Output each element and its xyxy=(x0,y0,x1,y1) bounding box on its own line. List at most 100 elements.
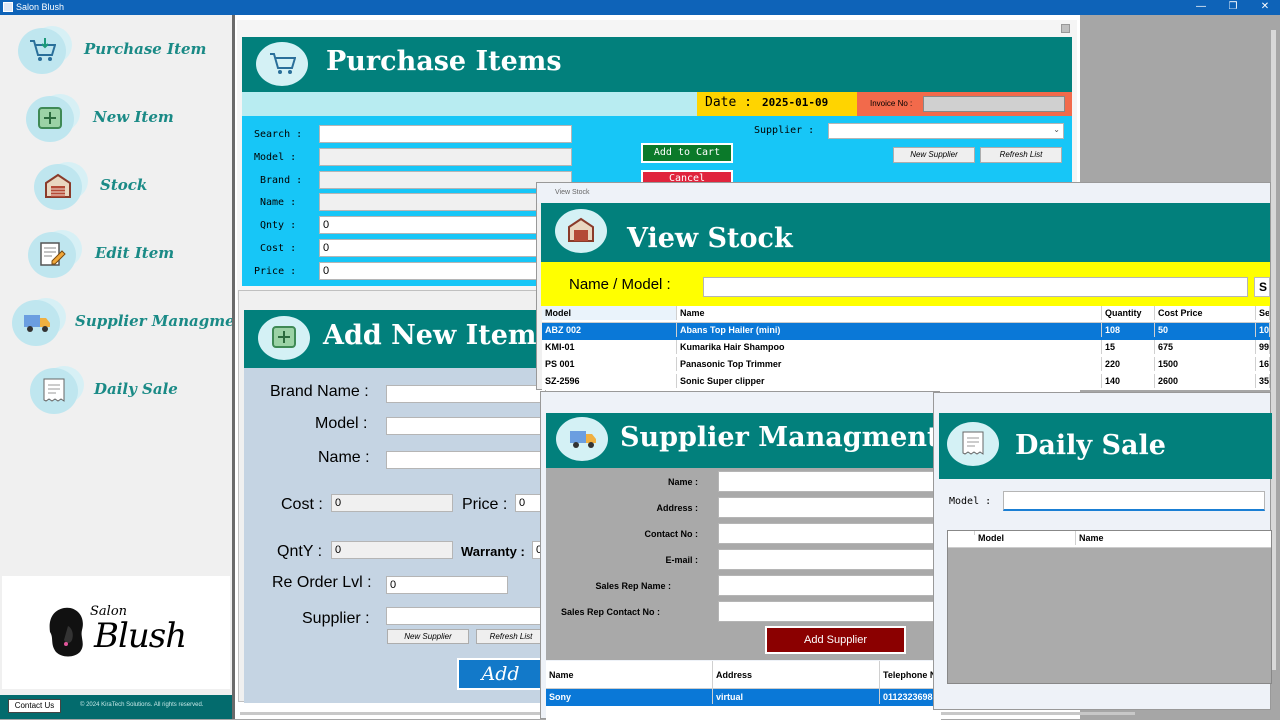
stock-search-input[interactable] xyxy=(703,277,1248,297)
search-label: Search : xyxy=(254,129,303,140)
column-header[interactable]: Model xyxy=(975,531,1076,545)
invoice-input[interactable] xyxy=(923,96,1065,112)
new-item-window: Add New Item Brand Name : Model : Name :… xyxy=(238,290,546,703)
supplier-table-header: Name Address Telephone N xyxy=(546,661,941,689)
warehouse-icon xyxy=(45,173,71,198)
add-supplier-button[interactable]: Add Supplier xyxy=(765,626,906,654)
table-cell: Sonic Super clipper xyxy=(677,374,1102,388)
model-label: Model : xyxy=(254,152,297,163)
refresh-list-button[interactable]: Refresh List xyxy=(980,147,1062,163)
add-button[interactable]: Add xyxy=(457,658,544,690)
stock-search-button[interactable]: S xyxy=(1254,277,1270,297)
reorder-stepper[interactable]: 0 xyxy=(386,576,508,594)
cost-input[interactable]: 0 xyxy=(331,494,453,512)
supplier-name-label: Name : xyxy=(667,477,698,487)
table-row[interactable]: SZ-2596 Sonic Super clipper 140 2600 350 xyxy=(542,374,1270,391)
price-input[interactable]: 0 xyxy=(319,262,572,280)
new-supplier-button[interactable]: New Supplier xyxy=(387,629,469,644)
brand-name-input[interactable] xyxy=(386,385,546,403)
qnty-label: Qnty : xyxy=(260,220,297,231)
sales-rep-name-input[interactable] xyxy=(718,575,941,596)
column-header[interactable]: Name xyxy=(1076,531,1273,545)
sidebar-item-supplier[interactable]: Supplier Managment xyxy=(10,298,252,348)
table-row[interactable]: KMI-01 Kumarika Hair Shampoo 15 675 990 xyxy=(542,340,1270,357)
sidebar-item-daily-sale[interactable]: Daily Sale xyxy=(10,366,230,416)
contact-us-button[interactable]: Contact Us xyxy=(8,699,61,713)
purchase-title: Purchase Items xyxy=(326,46,562,77)
column-header[interactable]: Model xyxy=(542,306,677,320)
qnty-input[interactable]: 0 xyxy=(319,216,572,234)
new-supplier-button[interactable]: New Supplier xyxy=(893,147,975,163)
app-title: Salon Blush xyxy=(16,2,65,12)
sidebar-item-stock[interactable]: Stock xyxy=(10,162,230,212)
supplier-email-label: E-mail : xyxy=(665,555,698,565)
daily-sale-model-input[interactable] xyxy=(1003,491,1265,511)
app-title-bar: Salon Blush — ❐ ✕ xyxy=(0,0,1280,15)
stock-window-title: View Stock xyxy=(555,189,590,196)
table-cell: Kumarika Hair Shampoo xyxy=(677,340,1102,354)
table-cell: Panasonic Top Trimmer xyxy=(677,357,1102,371)
sidebar-item-label: Purchase Item xyxy=(84,40,207,58)
column-header[interactable]: Se xyxy=(1256,306,1270,320)
add-box-icon xyxy=(258,316,310,360)
supplier-select[interactable]: ⌄ xyxy=(828,123,1064,139)
table-row[interactable]: Sony virtual 0112323698 xyxy=(546,689,941,706)
search-input[interactable] xyxy=(319,125,572,143)
sidebar-item-label: New Item xyxy=(93,108,174,126)
column-header[interactable]: Name xyxy=(546,661,713,689)
refresh-list-button[interactable]: Refresh List xyxy=(476,629,546,644)
window-close-icon[interactable] xyxy=(1061,24,1070,33)
cost-label: Cost : xyxy=(260,243,297,254)
name-input[interactable] xyxy=(386,451,546,469)
sidebar-item-edit-item[interactable]: Edit Item xyxy=(10,230,230,280)
table-cell: 50 xyxy=(1155,323,1256,337)
model-input[interactable] xyxy=(319,148,572,166)
supplier-address-label: Address : xyxy=(656,503,698,513)
date-value: 2025-01-09 xyxy=(762,96,829,109)
name-input[interactable] xyxy=(319,193,572,211)
table-row[interactable]: ABZ 002 Abans Top Hailer (mini) 108 50 1… xyxy=(542,323,1270,340)
supplier-email-input[interactable] xyxy=(718,549,941,570)
warranty-label: Warranty : xyxy=(461,544,525,559)
sidebar-item-label: Stock xyxy=(100,176,148,194)
supplier-address-input[interactable] xyxy=(718,497,941,518)
restore-button[interactable]: ❐ xyxy=(1218,0,1248,15)
new-item-banner: Add New Item xyxy=(244,310,544,368)
column-header[interactable]: Address xyxy=(713,661,880,689)
table-cell: Sony xyxy=(546,689,713,704)
supplier-table: Name Address Telephone N Sony virtual 01… xyxy=(546,661,941,720)
brand-input[interactable] xyxy=(319,171,572,189)
minimize-button[interactable]: — xyxy=(1186,0,1216,15)
sales-rep-contact-input[interactable] xyxy=(718,601,941,622)
column-header[interactable]: Quantity xyxy=(1102,306,1155,320)
stock-window-title-bar: View Stock xyxy=(537,183,1270,203)
supplier-form: Name : Address : Contact No : E-mail : S… xyxy=(546,468,941,660)
invoice-label: Invoice No : xyxy=(870,99,913,108)
qty-stepper[interactable]: 0 xyxy=(331,541,453,559)
supplier-contact-label: Contact No : xyxy=(644,529,699,539)
stock-table-header: Model Name Quantity Cost Price Se xyxy=(542,306,1270,323)
sidebar-footer: Contact Us © 2024 KiraTech Solutions. Al… xyxy=(0,695,232,719)
sidebar-item-new-item[interactable]: New Item xyxy=(10,94,230,144)
salon-logo: Salon Blush xyxy=(2,576,230,689)
supplier-title: Supplier Managment xyxy=(620,422,940,453)
sidebar-item-purchase[interactable]: Purchase Item xyxy=(10,26,230,76)
table-cell: PS 001 xyxy=(542,357,677,371)
column-header[interactable]: Telephone N xyxy=(880,661,941,689)
supplier-contact-input[interactable] xyxy=(718,523,941,544)
table-row[interactable]: PS 001 Panasonic Top Trimmer 220 1500 16… xyxy=(542,357,1270,374)
add-to-cart-button[interactable]: Add to Cart xyxy=(641,143,733,163)
supplier-select[interactable] xyxy=(386,607,546,625)
column-header[interactable]: Cost Price xyxy=(1155,306,1256,320)
cost-input[interactable]: 0 xyxy=(319,239,572,257)
supplier-name-input[interactable] xyxy=(718,471,941,492)
daily-sale-model-label: Model : xyxy=(949,496,992,507)
woman-silhouette-icon xyxy=(49,607,83,657)
close-button[interactable]: ✕ xyxy=(1250,0,1280,15)
table-cell: 1500 xyxy=(1155,357,1256,371)
daily-sale-window: Daily Sale Model : Model Name xyxy=(933,392,1273,710)
stock-title: View Stock xyxy=(627,223,793,254)
table-cell: 0112323698 xyxy=(880,689,941,704)
model-input[interactable] xyxy=(386,417,546,435)
column-header[interactable]: Name xyxy=(677,306,1102,320)
